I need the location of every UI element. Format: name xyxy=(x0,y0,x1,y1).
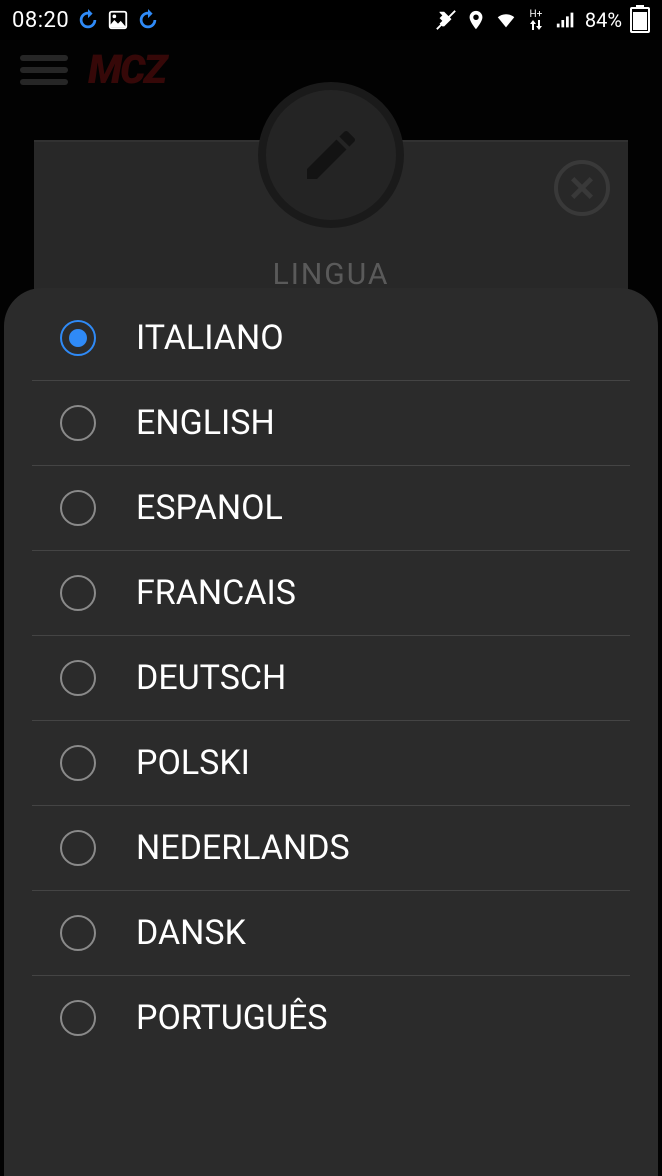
language-option[interactable]: ENGLISH xyxy=(32,381,630,466)
vibrate-icon xyxy=(435,9,457,31)
signal-icon xyxy=(555,9,577,31)
language-option[interactable]: FRANCAIS xyxy=(32,551,630,636)
radio-icon[interactable] xyxy=(60,575,96,611)
picture-icon xyxy=(107,9,129,31)
close-button[interactable] xyxy=(554,160,610,216)
status-left: 08:20 xyxy=(12,8,159,33)
app-logo: MCZ xyxy=(88,46,165,93)
sync2-icon xyxy=(137,9,159,31)
radio-icon[interactable] xyxy=(60,660,96,696)
language-sheet: ITALIANO ENGLISH ESPANOL FRANCAIS DEUTSCH POL… xyxy=(4,288,658,1176)
language-option[interactable]: ITALIANO xyxy=(32,296,630,381)
language-label: ESPANOL xyxy=(136,488,283,528)
radio-icon[interactable] xyxy=(60,915,96,951)
radio-icon[interactable] xyxy=(60,490,96,526)
mobile-data-icon: H+ xyxy=(525,9,547,31)
language-option[interactable]: ESPANOL xyxy=(32,466,630,551)
radio-icon[interactable] xyxy=(60,320,96,356)
language-label: PORTUGUÊS xyxy=(136,998,328,1038)
radio-icon[interactable] xyxy=(60,745,96,781)
radio-icon[interactable] xyxy=(60,405,96,441)
language-option[interactable]: DANSK xyxy=(32,891,630,976)
language-label: DEUTSCH xyxy=(136,658,286,698)
language-label: ITALIANO xyxy=(136,318,284,358)
menu-icon[interactable] xyxy=(20,55,68,85)
status-clock: 08:20 xyxy=(12,8,69,33)
language-option[interactable]: DEUTSCH xyxy=(32,636,630,721)
battery-percent: 84% xyxy=(585,8,622,32)
edit-icon[interactable] xyxy=(258,82,404,228)
language-option[interactable]: NEDERLANDS xyxy=(32,806,630,891)
battery-icon xyxy=(630,7,650,33)
panel-title: LINGUA xyxy=(273,257,390,292)
wifi-icon xyxy=(495,9,517,31)
status-bar: 08:20 H+ 84% xyxy=(0,0,662,40)
language-label: DANSK xyxy=(136,913,246,953)
language-label: NEDERLANDS xyxy=(136,828,350,868)
language-option[interactable]: PORTUGUÊS xyxy=(32,976,630,1060)
location-icon xyxy=(465,9,487,31)
radio-icon[interactable] xyxy=(60,830,96,866)
language-label: FRANCAIS xyxy=(136,573,296,613)
language-label: ENGLISH xyxy=(136,403,275,443)
status-right: H+ 84% xyxy=(435,7,650,33)
language-option[interactable]: POLSKI xyxy=(32,721,630,806)
sync1-icon xyxy=(77,9,99,31)
radio-icon[interactable] xyxy=(60,1000,96,1036)
language-label: POLSKI xyxy=(136,743,250,783)
